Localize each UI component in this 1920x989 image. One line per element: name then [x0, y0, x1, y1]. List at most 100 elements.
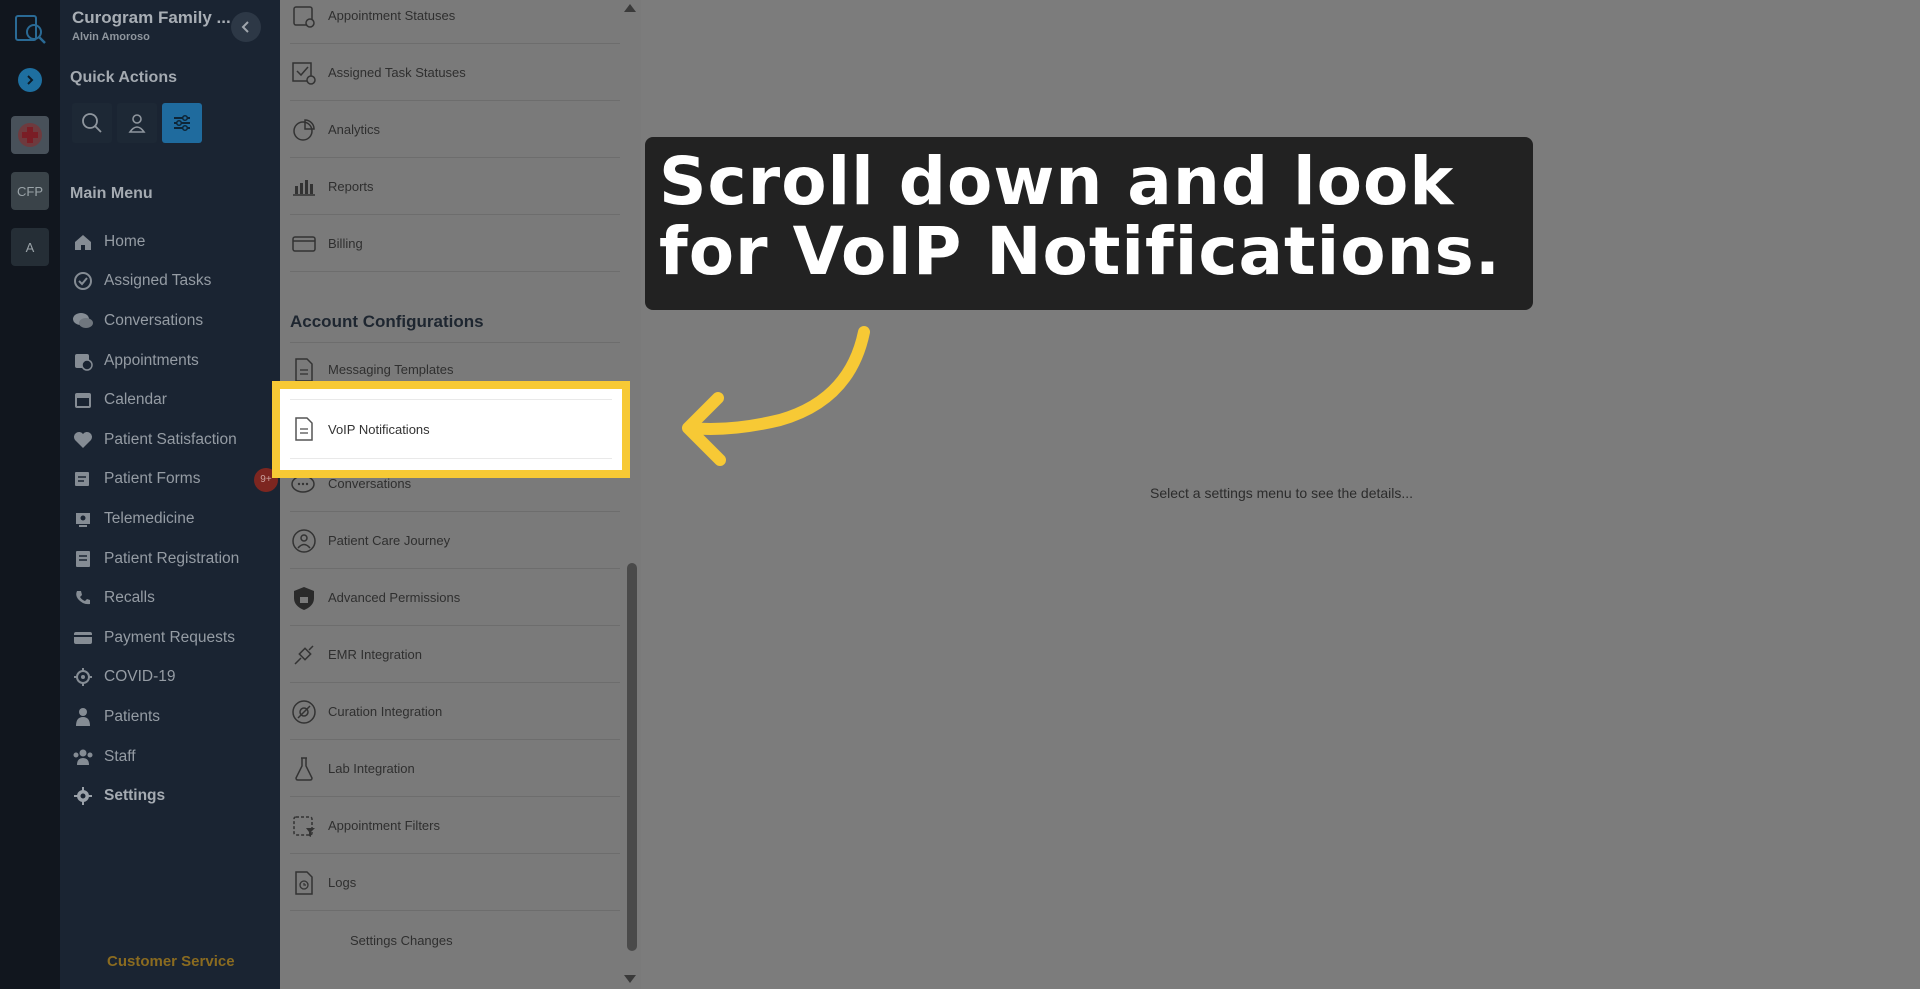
logs-clock-icon	[290, 869, 318, 897]
sidebar-item-label: Telemedicine	[104, 509, 195, 527]
settings-item-voip-notifications[interactable]: VoIP Notifications	[290, 399, 612, 459]
scrollbar-thumb[interactable]	[627, 563, 637, 951]
phone-recall-icon	[72, 587, 94, 609]
calendar-icon	[72, 389, 94, 411]
checkbox-gear-icon	[290, 59, 318, 87]
sidebar-item-home[interactable]: Home	[72, 222, 277, 262]
curved-arrow-icon	[682, 326, 870, 466]
sidebar-item-label: Patient Satisfaction	[104, 430, 237, 448]
calendar-filter-icon	[290, 812, 318, 840]
divider	[290, 342, 620, 343]
sidebar-item-assigned-tasks[interactable]: Assigned Tasks	[72, 262, 277, 302]
settings-item-analytics[interactable]: Analytics	[290, 102, 620, 158]
scroll-down-icon[interactable]	[624, 975, 636, 983]
sidebar-item-label: Settings	[104, 787, 166, 805]
app-rail: CFP A	[0, 0, 60, 989]
voip-notifications-highlight[interactable]: VoIP Notifications	[272, 381, 630, 478]
org-switch-a[interactable]: A	[11, 228, 49, 266]
settings-item-appointment-statuses[interactable]: Appointment Statuses	[290, 0, 620, 44]
users-icon	[72, 746, 94, 768]
scroll-up-icon[interactable]	[624, 4, 636, 12]
sidebar-item-appointments[interactable]: Appointments	[72, 341, 277, 381]
settings-item-appointment-filters[interactable]: Appointment Filters	[290, 798, 620, 854]
main-menu: Home Assigned Tasks Conversations Appoin…	[72, 222, 278, 816]
customer-service-link[interactable]: Customer Service	[107, 953, 235, 970]
sidebar-item-patient-satisfaction[interactable]: Patient Satisfaction	[72, 420, 277, 460]
settings-item-curation-integration[interactable]: Curation Integration	[290, 684, 620, 740]
quick-patient-button[interactable]	[117, 103, 157, 143]
sidebar-item-label: Patients	[104, 707, 161, 725]
integration-icon	[290, 698, 318, 726]
main-menu-title: Main Menu	[70, 185, 153, 202]
sidebar-item-label: Calendar	[104, 391, 167, 409]
forms-icon	[72, 468, 94, 490]
document-icon	[290, 356, 318, 384]
settings-item-billing[interactable]: Billing	[290, 216, 620, 272]
sidebar-item-label: Home	[104, 232, 146, 250]
sidebar-item-label: Patient Forms	[104, 470, 201, 488]
org-logo-icon[interactable]	[11, 116, 49, 154]
document-icon	[290, 415, 318, 443]
quick-actions	[72, 103, 202, 143]
sidebar-item-label: Appointments	[104, 351, 199, 369]
flask-icon	[290, 755, 318, 783]
sidebar-item-label: Patient Registration	[104, 549, 240, 567]
settings-item-reports[interactable]: Reports	[290, 159, 620, 215]
sidebar-item-label: Conversations	[104, 311, 204, 329]
quick-actions-title: Quick Actions	[70, 69, 177, 86]
home-icon	[72, 231, 94, 253]
settings-list-panel: Appointment Statuses Assigned Task Statu…	[280, 0, 641, 989]
sidebar-item-patients[interactable]: Patients	[72, 697, 277, 737]
patient-journey-icon	[290, 527, 318, 555]
settings-item-advanced-permissions[interactable]: Advanced Permissions	[290, 570, 620, 626]
sidebar-item-patient-forms[interactable]: Patient Forms 9+	[72, 460, 278, 500]
registration-icon	[72, 548, 94, 570]
virus-icon	[72, 666, 94, 688]
sidebar-item-conversations[interactable]: Conversations	[72, 301, 277, 341]
sidebar-item-staff[interactable]: Staff	[72, 737, 277, 777]
plug-icon	[290, 641, 318, 669]
user-icon	[72, 706, 94, 728]
chat-icon	[72, 310, 94, 332]
curogram-logo-icon[interactable]	[12, 10, 48, 46]
chevron-left-icon	[241, 21, 249, 33]
bar-chart-icon	[290, 173, 318, 201]
calendar-gear-icon	[290, 2, 318, 30]
sidebar-item-patient-registration[interactable]: Patient Registration	[72, 539, 277, 579]
sidebar-item-label: COVID-19	[104, 668, 176, 686]
quick-settings-button[interactable]	[162, 103, 202, 143]
gear-icon	[72, 785, 94, 807]
sidebar-item-telemedicine[interactable]: Telemedicine	[72, 499, 277, 539]
settings-item-logs[interactable]: Logs	[290, 855, 620, 911]
sidebar-item-label: Payment Requests	[104, 628, 235, 646]
video-icon	[72, 508, 94, 530]
org-name: Curogram Family ...	[72, 8, 231, 27]
search-icon	[82, 113, 102, 133]
sidebar-item-label: Staff	[104, 747, 136, 765]
sidebar-item-settings[interactable]: Settings	[72, 776, 277, 816]
empty-state-message: Select a settings menu to see the detail…	[1150, 485, 1414, 501]
sidebar-item-payment-requests[interactable]: Payment Requests	[72, 618, 277, 658]
pie-chart-icon	[290, 116, 318, 144]
sidebar-item-recalls[interactable]: Recalls	[72, 578, 277, 618]
org-switch-cfp[interactable]: CFP	[11, 172, 49, 210]
calendar-clock-icon	[72, 350, 94, 372]
settings-item-lab-integration[interactable]: Lab Integration	[290, 741, 620, 797]
settings-item-assigned-task-statuses[interactable]: Assigned Task Statuses	[290, 45, 620, 101]
sliders-icon	[174, 114, 190, 132]
settings-item-settings-changes[interactable]: Settings Changes	[290, 912, 620, 968]
sidebar-item-label: Assigned Tasks	[104, 272, 212, 290]
sidebar: Curogram Family ... Alvin Amoroso Quick …	[60, 0, 280, 989]
collapse-sidebar-button[interactable]	[231, 12, 261, 42]
settings-item-patient-care-journey[interactable]: Patient Care Journey	[290, 513, 620, 569]
account-configurations-title: Account Configurations	[290, 312, 484, 331]
settings-item-emr-integration[interactable]: EMR Integration	[290, 627, 620, 683]
shield-lock-icon	[290, 584, 318, 612]
quick-search-button[interactable]	[72, 103, 112, 143]
sidebar-item-label: Recalls	[104, 589, 155, 607]
tutorial-callout: Scroll down and look for VoIP Notificati…	[645, 137, 1533, 310]
card-icon	[290, 230, 318, 258]
sidebar-item-calendar[interactable]: Calendar	[72, 380, 277, 420]
sidebar-item-covid-19[interactable]: COVID-19	[72, 658, 277, 698]
expand-icon[interactable]	[18, 68, 42, 92]
